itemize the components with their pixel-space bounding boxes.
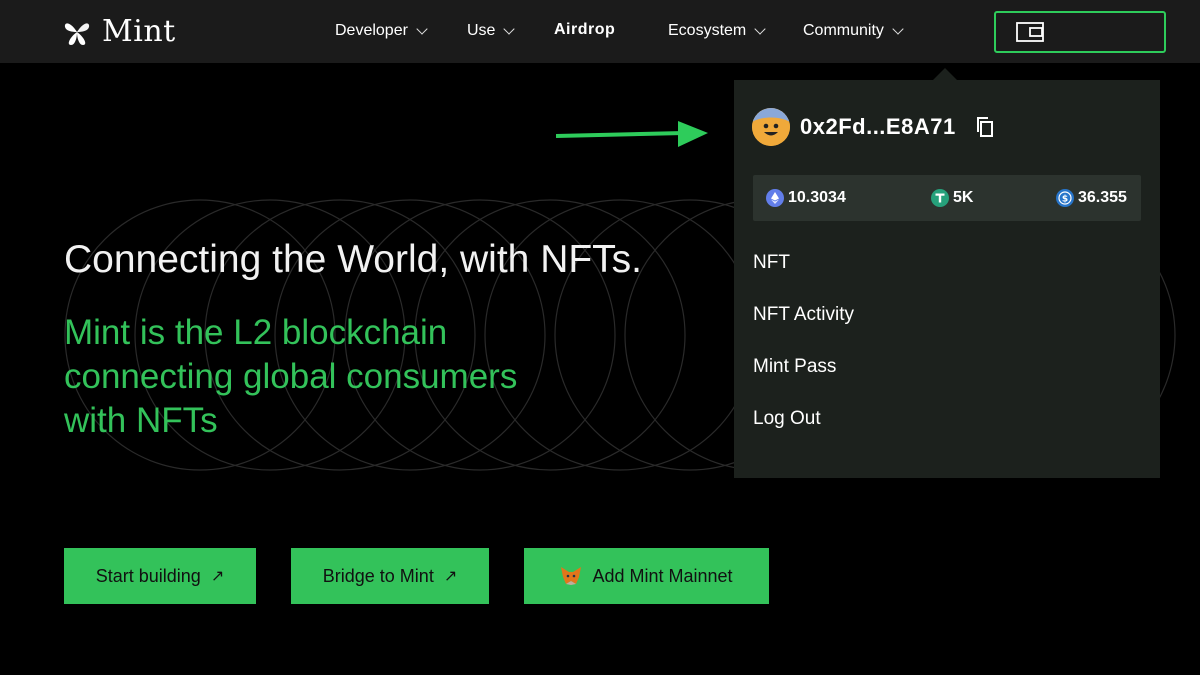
menu-item-log-out[interactable]: Log Out <box>753 408 821 430</box>
balance-eth-value: 10.3034 <box>788 189 846 206</box>
arrow-up-right-icon: ↗ <box>443 568 458 585</box>
mint-logo-icon <box>64 22 90 45</box>
usdc-icon: $ <box>1056 189 1074 207</box>
add-mint-mainnet-label: Add Mint Mainnet <box>592 565 733 586</box>
balances-bar: 10.3034 5K $ 36.355 <box>753 175 1141 221</box>
top-header: Mint Developer Use Airdrop Ecosystem Com… <box>0 0 1200 63</box>
wallet-button[interactable] <box>994 11 1166 53</box>
balance-eth: 10.3034 <box>766 175 846 221</box>
usdt-icon <box>931 189 949 207</box>
dropdown-caret <box>933 68 957 80</box>
menu-item-nft[interactable]: NFT <box>753 252 790 274</box>
hero-title: Connecting the World, with NFTs. <box>64 238 643 281</box>
nav-developer-label: Developer <box>335 22 408 39</box>
menu-item-mint-pass[interactable]: Mint Pass <box>753 356 836 378</box>
svg-text:$: $ <box>1062 195 1068 205</box>
eth-icon <box>766 189 784 207</box>
bridge-to-mint-button[interactable]: Bridge to Mint ↗ <box>291 548 489 604</box>
copy-icon[interactable] <box>976 116 994 138</box>
balance-usdt-value: 5K <box>953 189 974 206</box>
nav-airdrop[interactable]: Airdrop <box>554 21 615 39</box>
nav-ecosystem-label: Ecosystem <box>668 22 747 39</box>
chevron-down-icon <box>416 23 428 35</box>
avatar-face-icon <box>752 108 790 146</box>
avatar <box>752 108 790 146</box>
hero-subtitle: Mint is the L2 blockchain connecting glo… <box>64 313 518 440</box>
nav-community[interactable]: Community <box>803 22 904 40</box>
account-header: 0x2Fd...E8A71 <box>752 108 994 146</box>
arrow-up-right-icon: ↗ <box>210 568 225 585</box>
balance-usdc-value: 36.355 <box>1078 189 1127 206</box>
start-building-button[interactable]: Start building ↗ <box>64 548 256 604</box>
nav-community-label: Community <box>803 22 884 39</box>
nav-ecosystem[interactable]: Ecosystem <box>668 22 766 40</box>
metamask-fox-icon <box>561 567 582 585</box>
nav-use-label: Use <box>467 22 496 39</box>
logo-text: Mint <box>102 14 176 49</box>
add-mint-mainnet-button[interactable]: Add Mint Mainnet <box>524 548 769 604</box>
chevron-down-icon <box>754 23 766 35</box>
annotation-arrow-icon <box>556 121 708 147</box>
start-building-label: Start building <box>95 565 201 586</box>
nav-developer[interactable]: Developer <box>335 22 428 40</box>
wallet-icon <box>1016 22 1044 42</box>
balance-usdc: $ 36.355 <box>1056 175 1127 221</box>
logo[interactable]: Mint <box>62 14 176 49</box>
balance-usdt: 5K <box>931 175 973 221</box>
nav-use[interactable]: Use <box>467 22 516 40</box>
bridge-to-mint-label: Bridge to Mint <box>322 565 434 586</box>
chevron-down-icon <box>503 23 516 35</box>
wallet-address: 0x2Fd...E8A71 <box>800 114 956 139</box>
chevron-down-icon <box>892 23 904 35</box>
menu-item-nft-activity[interactable]: NFT Activity <box>753 304 854 326</box>
nav-airdrop-label: Airdrop <box>554 21 616 38</box>
